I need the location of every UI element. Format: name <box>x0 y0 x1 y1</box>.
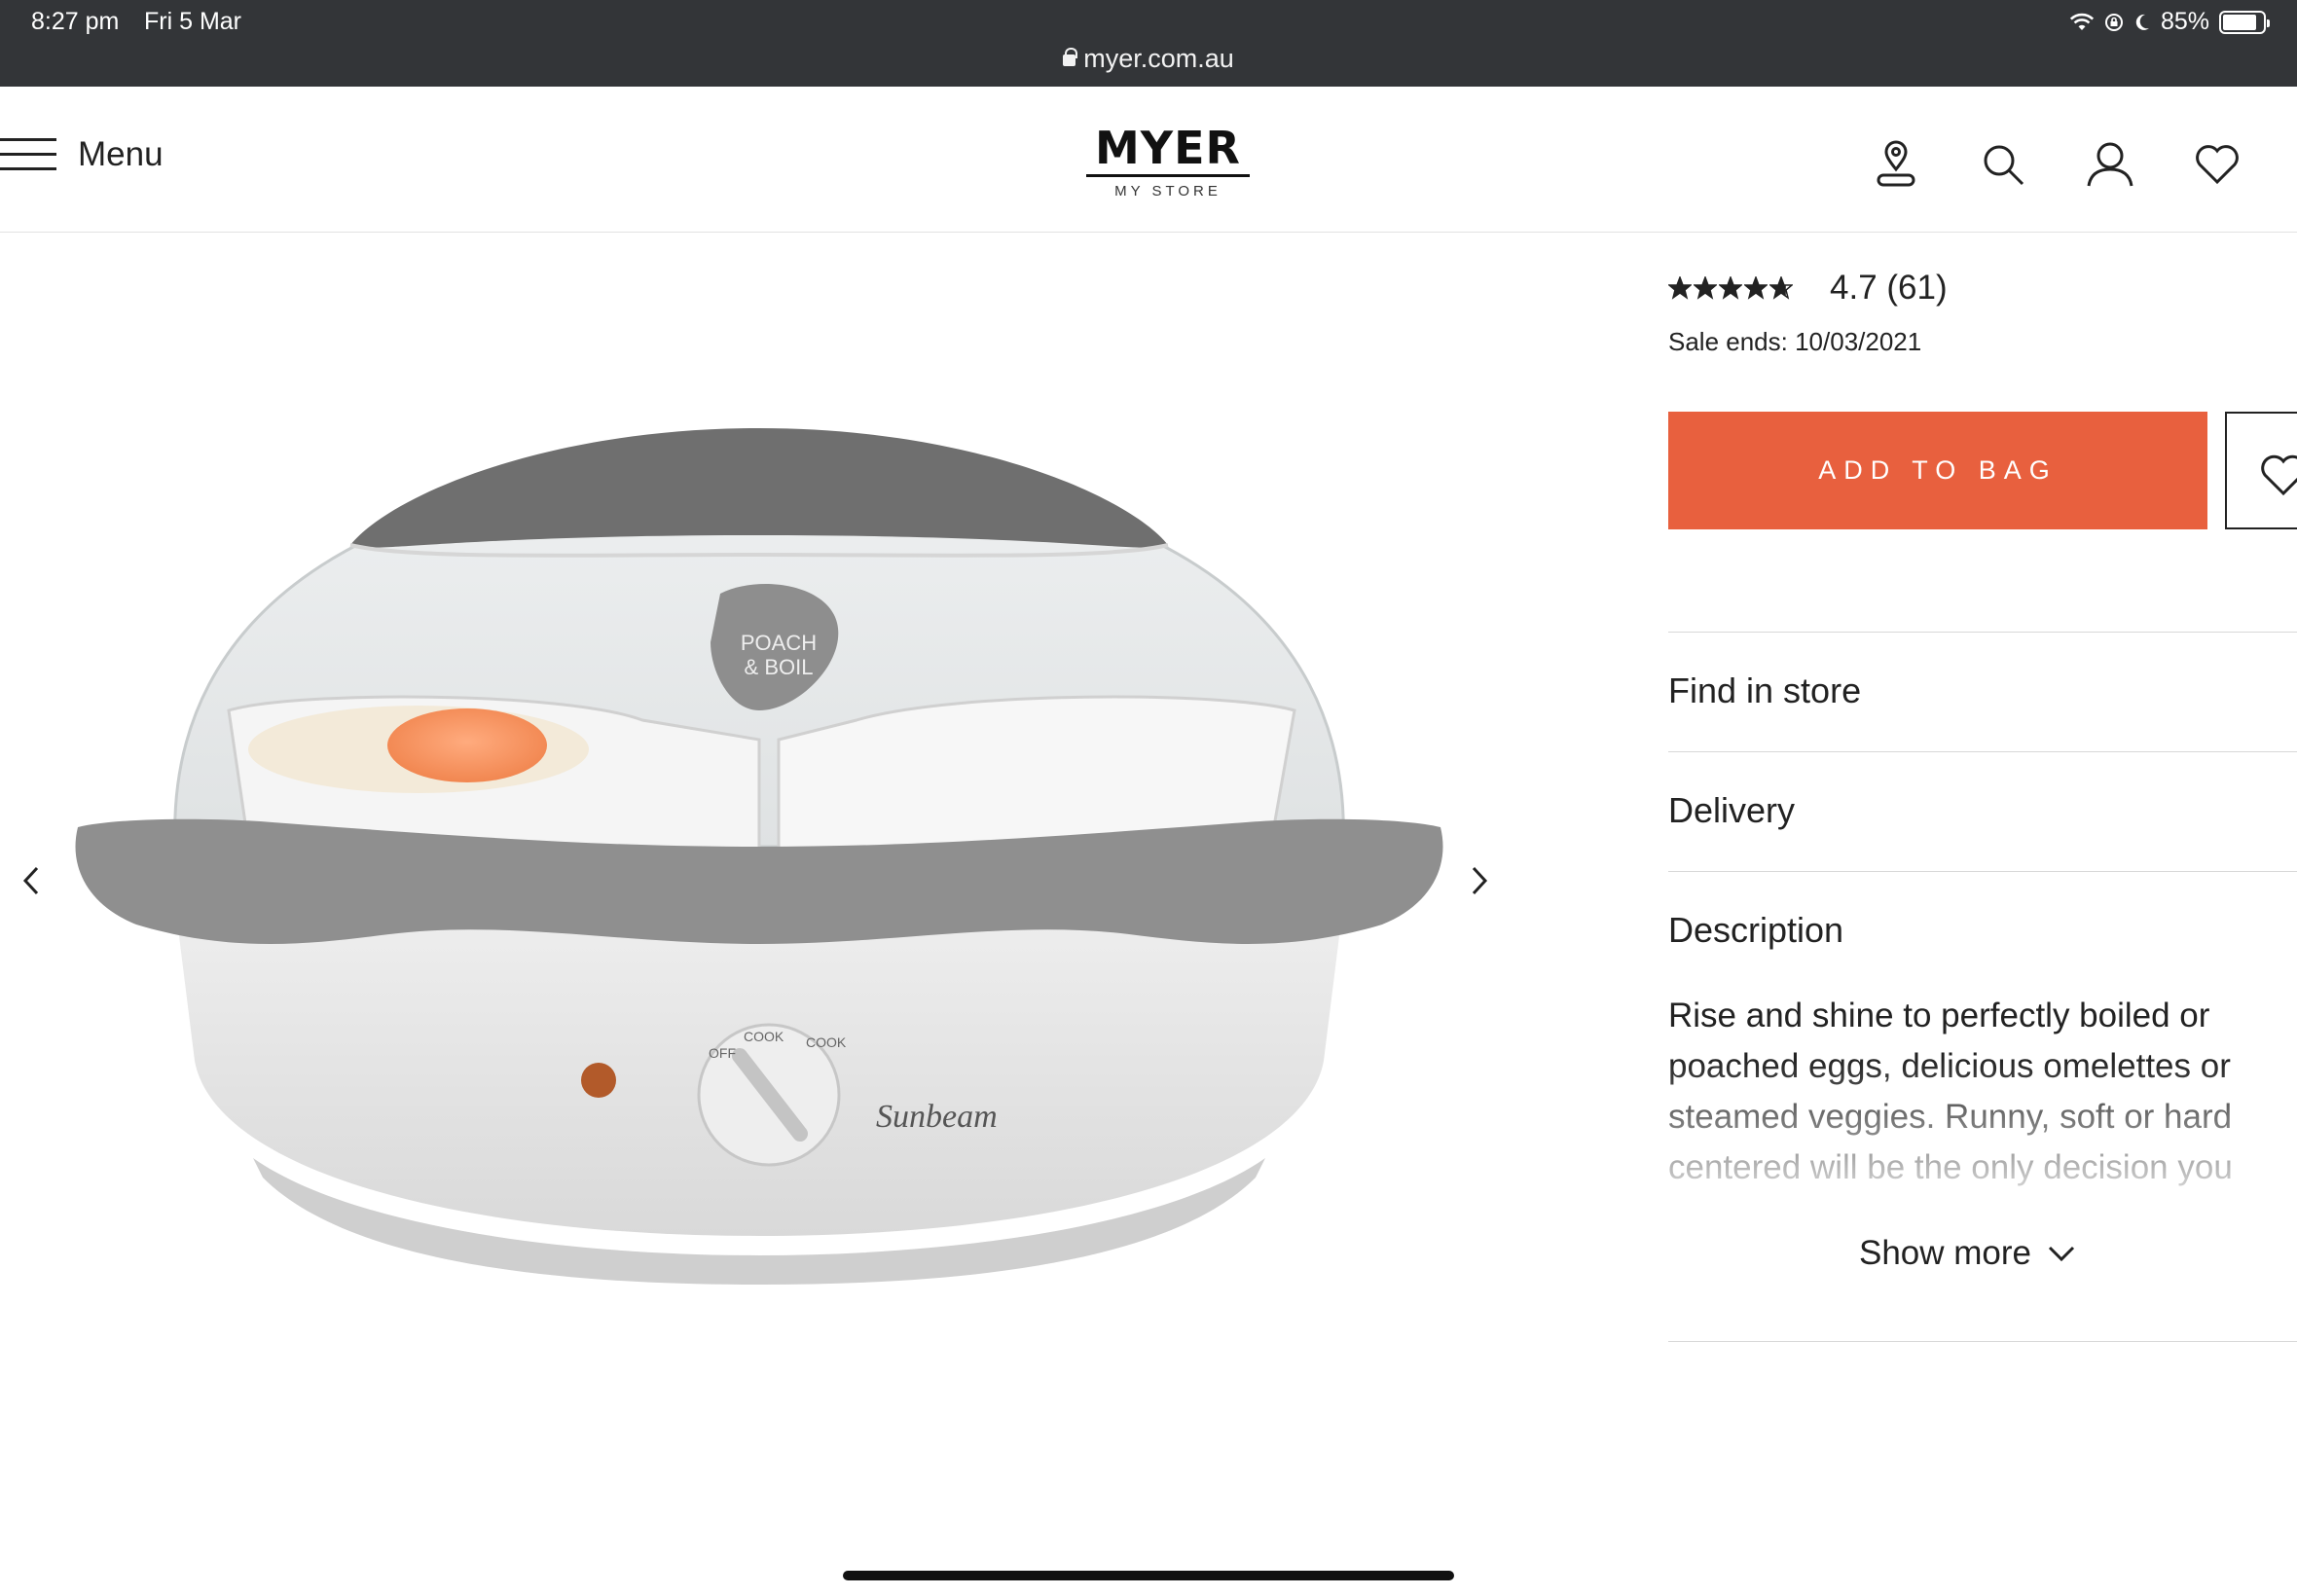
description-label: Description <box>1668 910 1844 950</box>
product-image[interactable]: POACH & BOIL OFF COOK COOK Sunbeam <box>58 360 1460 1450</box>
moon-icon <box>2135 14 2149 30</box>
add-to-wishlist-button[interactable] <box>2225 412 2297 529</box>
rotation-lock-icon <box>2104 13 2123 31</box>
badge-text-2: & BOIL <box>745 655 814 679</box>
dial-cook-label-1: COOK <box>744 1029 784 1044</box>
find-in-store-label: Find in store <box>1668 671 1862 710</box>
delivery-label: Delivery <box>1668 790 1796 830</box>
battery-icon <box>2219 10 2270 34</box>
sale-ends-text: Sale ends: 10/03/2021 <box>1668 327 1922 356</box>
star-icon <box>1694 276 1717 300</box>
status-bar: 8:27 pm Fri 5 Mar myer.com.au 85% <box>0 0 2297 87</box>
star-icon <box>1744 276 1768 300</box>
chevron-left-icon <box>22 866 39 895</box>
address-bar[interactable]: myer.com.au <box>0 44 2297 74</box>
search-icon[interactable] <box>1976 137 2030 192</box>
next-image-button[interactable] <box>1460 861 1499 900</box>
chevron-down-icon <box>2048 1246 2075 1262</box>
star-icon <box>1719 276 1742 300</box>
rating-text: 4.7 (61) <box>1830 269 1948 307</box>
logo-brand: MYER <box>1095 122 1241 174</box>
chevron-right-icon <box>1472 866 1488 895</box>
battery-percent: 85% <box>2160 8 2209 35</box>
accordion-find-in-store[interactable]: Find in store <box>1668 632 2297 751</box>
menu-button[interactable]: Menu <box>0 135 164 174</box>
dial-off-label: OFF <box>709 1045 736 1061</box>
badge-text-1: POACH <box>741 631 817 655</box>
accordion-description[interactable]: Description <box>1668 871 2297 991</box>
show-more-label: Show more <box>1859 1234 2032 1272</box>
logo-subtitle: MY STORE <box>1114 183 1221 200</box>
lock-icon <box>1063 48 1078 66</box>
description-text: Rise and shine to perfectly boiled or po… <box>1668 997 2233 1186</box>
myer-logo[interactable]: MYER MY STORE <box>1080 126 1256 200</box>
account-icon[interactable] <box>2083 137 2137 192</box>
site-header: Menu MYER MY STORE <box>0 87 2297 233</box>
logo-divider <box>1086 174 1250 177</box>
home-indicator[interactable] <box>843 1571 1454 1580</box>
star-icon <box>1668 276 1692 300</box>
brand-label: Sunbeam <box>876 1099 998 1135</box>
header-actions <box>1869 137 2297 192</box>
product-detail-panel: 4.7 (61) Sale ends: 10/03/2021 ADD TO BA… <box>1668 234 2297 1538</box>
wishlist-icon[interactable] <box>2190 137 2244 192</box>
section-divider <box>1668 1341 2297 1342</box>
menu-label: Menu <box>78 135 164 173</box>
dial-cook-label-2: COOK <box>806 1034 847 1050</box>
accordion-delivery[interactable]: Delivery <box>1668 751 2297 871</box>
product-gallery: POACH & BOIL OFF COOK COOK Sunbeam <box>0 234 1499 1538</box>
show-more-button[interactable]: Show more <box>1859 1234 2076 1273</box>
star-rating <box>1668 276 1793 300</box>
url-text: myer.com.au <box>1083 44 1234 73</box>
status-date: Fri 5 Mar <box>144 8 241 35</box>
star-icon <box>1769 276 1793 300</box>
prev-image-button[interactable] <box>12 861 51 900</box>
product-rating[interactable]: 4.7 (61) <box>1668 269 1948 308</box>
hamburger-icon <box>0 136 56 173</box>
status-time: 8:27 pm <box>31 8 120 35</box>
add-to-bag-button[interactable]: ADD TO BAG <box>1668 412 2207 529</box>
heart-icon <box>2261 454 2297 496</box>
wifi-icon <box>2069 13 2095 30</box>
status-indicators: 85% <box>2069 8 2270 36</box>
store-locator-icon[interactable] <box>1869 137 1923 192</box>
